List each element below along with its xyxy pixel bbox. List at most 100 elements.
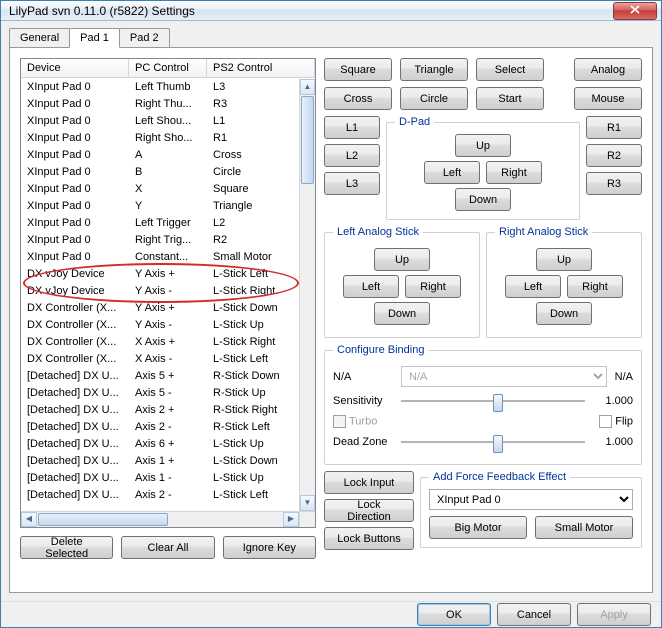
lock-input-button[interactable]: Lock Input xyxy=(324,471,414,494)
lock-ff-row: Lock Input Lock Direction Lock Buttons A… xyxy=(324,471,642,550)
scroll-left-arrow-icon[interactable]: ◀ xyxy=(21,512,37,527)
table-row[interactable]: XInput Pad 0Right Trig...R2 xyxy=(21,232,299,249)
vertical-scrollbar[interactable]: ▲ ▼ xyxy=(299,79,315,511)
configure-legend: Configure Binding xyxy=(333,344,428,356)
config-binding-select[interactable]: N/A xyxy=(401,366,607,387)
turbo-checkbox[interactable]: Turbo xyxy=(333,415,393,428)
table-row[interactable]: DX vJoy DeviceY Axis +L-Stick Left xyxy=(21,266,299,283)
start-button[interactable]: Start xyxy=(476,87,544,110)
config-suffix-label: N/A xyxy=(615,371,633,383)
table-row[interactable]: DX Controller (X...Y Axis +L-Stick Down xyxy=(21,300,299,317)
deadzone-label: Dead Zone xyxy=(333,436,393,448)
window-title: LilyPad svn 0.11.0 (r5822) Settings xyxy=(9,4,613,18)
lstick-down-button[interactable]: Down xyxy=(374,302,430,325)
sensitivity-slider[interactable] xyxy=(401,391,585,411)
bindings-buttons: Delete Selected Clear All Ignore Key xyxy=(20,536,316,559)
lock-direction-button[interactable]: Lock Direction xyxy=(324,499,414,522)
cross-button[interactable]: Cross xyxy=(324,87,392,110)
ff-device-select[interactable]: XInput Pad 0 xyxy=(429,489,633,510)
l1-button[interactable]: L1 xyxy=(324,116,380,139)
tab-general[interactable]: General xyxy=(9,28,70,48)
dpad-down-button[interactable]: Down xyxy=(455,188,511,211)
list-header: Device PC Control PS2 Control xyxy=(21,59,315,78)
configure-binding-group: Configure Binding N/A N/A N/A Sensitivit… xyxy=(324,344,642,465)
table-row[interactable]: XInput Pad 0ACross xyxy=(21,147,299,164)
config-na-label: N/A xyxy=(333,371,393,383)
triangle-button[interactable]: Triangle xyxy=(400,58,468,81)
table-row[interactable]: XInput Pad 0Left TriggerL2 xyxy=(21,215,299,232)
small-motor-button[interactable]: Small Motor xyxy=(535,516,633,539)
table-row[interactable]: DX Controller (X...X Axis +L-Stick Right xyxy=(21,334,299,351)
table-row[interactable]: [Detached] DX U...Axis 5 -R-Stick Up xyxy=(21,385,299,402)
dpad-right-button[interactable]: Right xyxy=(486,161,542,184)
tab-pad1[interactable]: Pad 1 xyxy=(69,28,120,48)
mouse-button[interactable]: Mouse xyxy=(574,87,642,110)
r1-button[interactable]: R1 xyxy=(586,116,642,139)
table-row[interactable]: [Detached] DX U...Axis 1 +L-Stick Down xyxy=(21,453,299,470)
table-row[interactable]: XInput Pad 0Right Sho...R1 xyxy=(21,130,299,147)
big-motor-button[interactable]: Big Motor xyxy=(429,516,527,539)
scroll-up-arrow-icon[interactable]: ▲ xyxy=(300,79,315,95)
col-header-pc[interactable]: PC Control xyxy=(129,59,207,77)
l3-button[interactable]: L3 xyxy=(324,172,380,195)
col-header-ps2[interactable]: PS2 Control xyxy=(207,59,315,77)
table-row[interactable]: DX Controller (X...Y Axis -L-Stick Up xyxy=(21,317,299,334)
face-row-2: Cross Circle Start Mouse xyxy=(324,87,642,110)
dpad-up-button[interactable]: Up xyxy=(455,134,511,157)
rstick-right-button[interactable]: Right xyxy=(567,275,623,298)
rstick-up-button[interactable]: Up xyxy=(536,248,592,271)
apply-button[interactable]: Apply xyxy=(577,603,651,626)
rstick-down-button[interactable]: Down xyxy=(536,302,592,325)
lstick-up-button[interactable]: Up xyxy=(374,248,430,271)
horizontal-scrollbar[interactable]: ◀ ▶ xyxy=(21,511,299,527)
flip-checkbox[interactable]: Flip xyxy=(599,415,633,428)
table-row[interactable]: [Detached] DX U...Axis 2 -L-Stick Left xyxy=(21,487,299,504)
table-row[interactable]: [Detached] DX U...Axis 2 -R-Stick Left xyxy=(21,419,299,436)
lock-buttons-button[interactable]: Lock Buttons xyxy=(324,527,414,550)
ignore-key-button[interactable]: Ignore Key xyxy=(223,536,316,559)
list-body: XInput Pad 0Left ThumbL3XInput Pad 0Righ… xyxy=(21,79,299,511)
lstick-legend: Left Analog Stick xyxy=(333,226,423,238)
table-row[interactable]: [Detached] DX U...Axis 6 +L-Stick Up xyxy=(21,436,299,453)
analog-button[interactable]: Analog xyxy=(574,58,642,81)
table-row[interactable]: [Detached] DX U...Axis 1 -L-Stick Up xyxy=(21,470,299,487)
scroll-down-arrow-icon[interactable]: ▼ xyxy=(300,495,315,511)
rstick-left-button[interactable]: Left xyxy=(505,275,561,298)
table-row[interactable]: XInput Pad 0BCircle xyxy=(21,164,299,181)
r2-button[interactable]: R2 xyxy=(586,144,642,167)
table-row[interactable]: XInput Pad 0Right Thu...R3 xyxy=(21,96,299,113)
table-row[interactable]: XInput Pad 0Constant...Small Motor xyxy=(21,249,299,266)
clear-all-button[interactable]: Clear All xyxy=(121,536,214,559)
hscroll-thumb[interactable] xyxy=(38,513,168,526)
square-button[interactable]: Square xyxy=(324,58,392,81)
col-header-device[interactable]: Device xyxy=(21,59,129,77)
table-row[interactable]: DX Controller (X...X Axis -L-Stick Left xyxy=(21,351,299,368)
deadzone-slider[interactable] xyxy=(401,432,585,452)
table-row[interactable]: XInput Pad 0Left ThumbL3 xyxy=(21,79,299,96)
ok-button[interactable]: OK xyxy=(417,603,491,626)
lstick-right-button[interactable]: Right xyxy=(405,275,461,298)
delete-selected-button[interactable]: Delete Selected xyxy=(20,536,113,559)
close-button[interactable] xyxy=(613,2,657,20)
table-row[interactable]: XInput Pad 0XSquare xyxy=(21,181,299,198)
bindings-list[interactable]: Device PC Control PS2 Control XInput Pad… xyxy=(20,58,316,528)
sensitivity-value: 1.000 xyxy=(593,395,633,407)
vscroll-thumb[interactable] xyxy=(301,96,314,184)
circle-button[interactable]: Circle xyxy=(400,87,468,110)
left-stick-group: Left Analog Stick Up Left Right Down xyxy=(324,226,480,338)
force-feedback-group: Add Force Feedback Effect XInput Pad 0 B… xyxy=(420,471,642,548)
table-row[interactable]: [Detached] DX U...Axis 5 +R-Stick Down xyxy=(21,368,299,385)
scroll-right-arrow-icon[interactable]: ▶ xyxy=(283,512,299,527)
select-button[interactable]: Select xyxy=(476,58,544,81)
l2-button[interactable]: L2 xyxy=(324,144,380,167)
r3-button[interactable]: R3 xyxy=(586,172,642,195)
lstick-left-button[interactable]: Left xyxy=(343,275,399,298)
cancel-button[interactable]: Cancel xyxy=(497,603,571,626)
table-row[interactable]: XInput Pad 0YTriangle xyxy=(21,198,299,215)
close-icon xyxy=(630,5,640,14)
table-row[interactable]: DX vJoy DeviceY Axis -L-Stick Right xyxy=(21,283,299,300)
tab-pad2[interactable]: Pad 2 xyxy=(119,28,170,48)
dpad-left-button[interactable]: Left xyxy=(424,161,480,184)
table-row[interactable]: XInput Pad 0Left Shou...L1 xyxy=(21,113,299,130)
table-row[interactable]: [Detached] DX U...Axis 2 +R-Stick Right xyxy=(21,402,299,419)
